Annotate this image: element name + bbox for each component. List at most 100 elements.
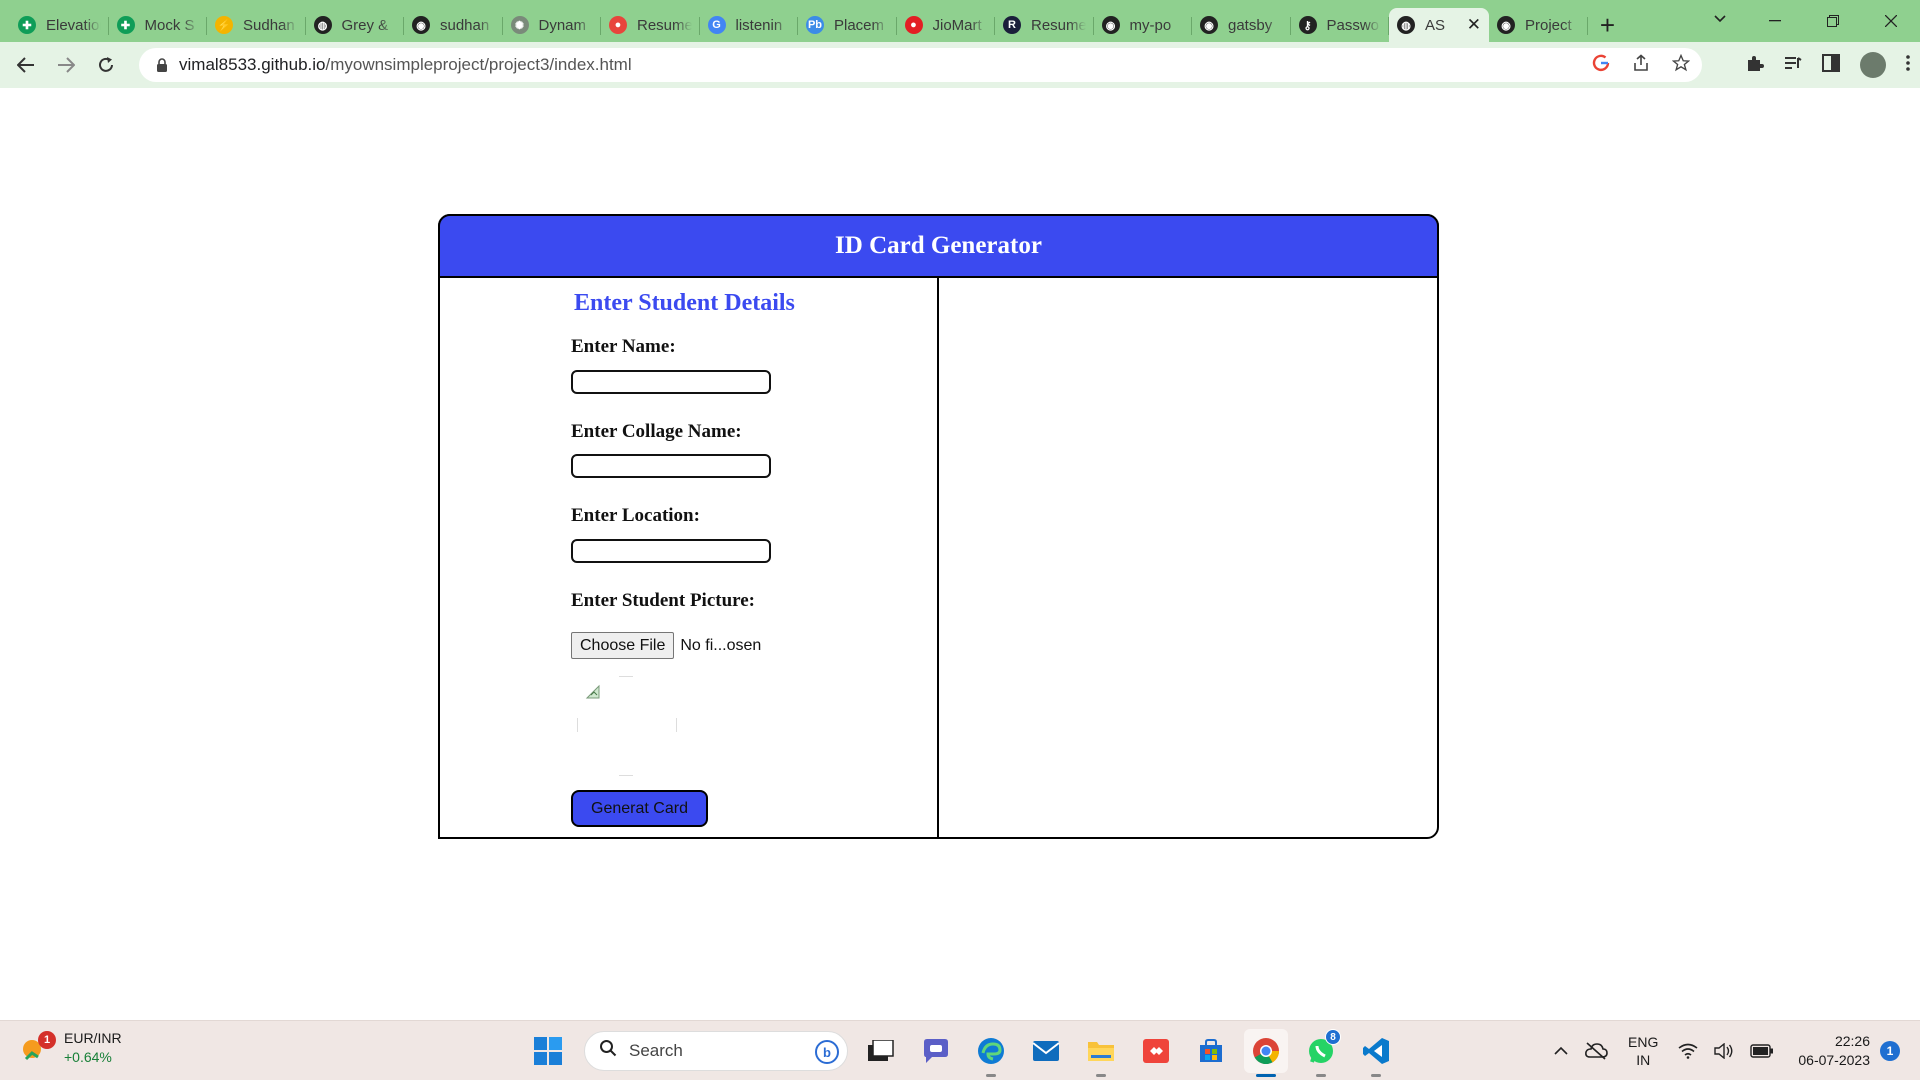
lock-icon[interactable] bbox=[147, 57, 177, 73]
address-bar[interactable]: vimal8533.github.io/myownsimpleproject/p… bbox=[139, 48, 1702, 82]
browser-tab[interactable]: Glistenin bbox=[700, 8, 799, 42]
browser-toolbar: vimal8533.github.io/myownsimpleproject/p… bbox=[0, 42, 1920, 88]
teams-chat-icon[interactable] bbox=[914, 1029, 958, 1073]
student-photo-preview bbox=[577, 676, 677, 776]
browser-tab[interactable]: ◍ Grey & bbox=[306, 8, 405, 42]
battery-icon[interactable] bbox=[1750, 1044, 1774, 1058]
toolbar-right-icons bbox=[1746, 42, 1910, 88]
choose-file-button[interactable]: Choose File bbox=[571, 632, 675, 659]
google-lens-icon[interactable] bbox=[1592, 54, 1610, 77]
browser-tab-title: listenin bbox=[735, 16, 783, 34]
edge-browser-icon[interactable] bbox=[969, 1029, 1013, 1077]
share-icon[interactable] bbox=[1632, 53, 1650, 77]
url-text[interactable]: vimal8533.github.io/myownsimpleproject/p… bbox=[179, 55, 632, 75]
key-icon: ⚷ bbox=[1298, 16, 1317, 34]
browser-tab[interactable]: R Resume bbox=[995, 8, 1094, 42]
browser-tab[interactable]: ✚ Mock S bbox=[109, 8, 208, 42]
github-icon: ◉ bbox=[412, 16, 430, 34]
browser-tab-title: Dynam bbox=[538, 16, 587, 34]
url-path: /myownsimpleproject/project3/index.html bbox=[325, 55, 632, 74]
browser-tab-title: JioMart bbox=[932, 16, 982, 34]
github-icon: ◉ bbox=[1101, 16, 1120, 34]
new-tab-icon[interactable]: + bbox=[1588, 8, 1628, 42]
browser-tab[interactable]: ● Resume bbox=[601, 8, 700, 42]
broken-image-icon bbox=[585, 684, 600, 699]
taskbar-search[interactable]: Search b bbox=[584, 1031, 848, 1071]
system-clock[interactable]: 22:26 06-07-2023 bbox=[1798, 1032, 1870, 1070]
location-input[interactable] bbox=[571, 539, 771, 563]
extensions-icon[interactable] bbox=[1746, 54, 1764, 77]
market-widget[interactable]: 1 EUR/INR +0.64% bbox=[20, 1029, 122, 1067]
profile-avatar[interactable] bbox=[1860, 52, 1886, 78]
globe-icon: ◍ bbox=[1397, 16, 1415, 34]
vscode-icon[interactable] bbox=[1354, 1029, 1398, 1077]
bing-icon[interactable]: b bbox=[815, 1040, 839, 1064]
browser-tab[interactable]: ◉ my-po bbox=[1094, 8, 1193, 42]
language-indicator[interactable]: ENG IN bbox=[1628, 1033, 1658, 1069]
windows-start-icon[interactable] bbox=[526, 1029, 570, 1073]
file-explorer-icon[interactable] bbox=[1079, 1029, 1123, 1077]
chrome-icon[interactable] bbox=[1244, 1029, 1288, 1077]
browser-tab-title: Resume bbox=[637, 16, 692, 34]
browser-tab[interactable]: Pb Placem bbox=[798, 8, 897, 42]
browser-tab-title: AS bbox=[1425, 16, 1446, 34]
back-icon[interactable] bbox=[6, 45, 46, 85]
web-page: ID Card Generator Enter Student Details … bbox=[0, 88, 1920, 1020]
whatsapp-icon[interactable]: 8 bbox=[1299, 1029, 1343, 1077]
forward-icon[interactable] bbox=[46, 45, 86, 85]
browser-tab[interactable]: ◉ Project bbox=[1489, 8, 1588, 42]
github-icon: ◉ bbox=[1497, 16, 1515, 34]
generate-card-button[interactable]: Generat Card bbox=[571, 790, 708, 827]
reload-icon[interactable] bbox=[86, 45, 126, 85]
file-input[interactable]: Choose File No fi...osen bbox=[571, 632, 761, 659]
chrome-menu-icon[interactable] bbox=[1906, 54, 1910, 76]
google-sheets-icon: ✚ bbox=[116, 16, 135, 34]
github-icon: ◉ bbox=[1200, 16, 1218, 34]
r-icon: R bbox=[1003, 16, 1021, 34]
onedrive-offline-icon[interactable] bbox=[1584, 1042, 1608, 1060]
url-host: vimal8533.github.io bbox=[179, 55, 326, 74]
collage-name-label: Enter Collage Name: bbox=[571, 421, 742, 442]
microsoft-store-icon[interactable] bbox=[1189, 1029, 1233, 1073]
location-label: Enter Location: bbox=[571, 505, 700, 526]
restore-icon[interactable] bbox=[1804, 0, 1862, 42]
browser-tab[interactable]: ● JioMart bbox=[897, 8, 996, 42]
browser-tab[interactable]: ✚ Elevation bbox=[10, 8, 109, 42]
browser-tab[interactable]: ◉ sudhan bbox=[404, 8, 503, 42]
task-view-icon[interactable] bbox=[859, 1029, 903, 1073]
file-status-text: No fi...osen bbox=[680, 636, 762, 654]
page-title: ID Card Generator bbox=[835, 232, 1042, 259]
anydesk-icon[interactable] bbox=[1134, 1029, 1178, 1073]
system-tray: ENG IN 22:26 06-07-2023 1 bbox=[1546, 1021, 1920, 1081]
browser-tab-title: gatsby bbox=[1228, 16, 1273, 34]
browser-tab-title: Project bbox=[1525, 16, 1572, 34]
tab-search-icon[interactable] bbox=[1705, 0, 1735, 38]
browser-tab[interactable]: ◍ AS ✕ bbox=[1389, 8, 1489, 42]
side-panel-icon[interactable] bbox=[1822, 53, 1840, 77]
name-input[interactable] bbox=[571, 370, 771, 394]
browser-tab-title: Grey & bbox=[341, 16, 389, 34]
mail-icon[interactable] bbox=[1024, 1029, 1068, 1073]
browser-tab[interactable]: ✺ Dynam bbox=[503, 8, 602, 42]
browser-tab[interactable]: ⚷ Passwo bbox=[1291, 8, 1390, 42]
window-controls bbox=[1746, 0, 1920, 42]
wifi-icon[interactable] bbox=[1678, 1043, 1698, 1059]
minimize-icon[interactable] bbox=[1746, 0, 1804, 42]
bolt-icon: ⚡ bbox=[215, 16, 233, 34]
browser-tab[interactable]: ◉ gatsby bbox=[1192, 8, 1291, 42]
show-hidden-icons-chevron-icon[interactable] bbox=[1554, 1046, 1568, 1056]
notification-badge[interactable]: 1 bbox=[1880, 1041, 1900, 1061]
google-icon: G bbox=[707, 16, 726, 34]
collage-name-input[interactable] bbox=[571, 454, 771, 478]
language-code: ENG bbox=[1628, 1034, 1659, 1050]
volume-icon[interactable] bbox=[1714, 1043, 1734, 1059]
close-window-icon[interactable] bbox=[1862, 0, 1920, 42]
globe-icon: ◍ bbox=[313, 16, 332, 34]
browser-tab-title: Sudhan bbox=[243, 16, 295, 34]
reading-list-icon[interactable] bbox=[1784, 55, 1802, 76]
browser-tab[interactable]: ⚡ Sudhan bbox=[207, 8, 306, 42]
close-tab-icon[interactable]: ✕ bbox=[1467, 15, 1481, 35]
browser-tab-title: sudhan bbox=[440, 16, 490, 34]
omnibox-actions bbox=[1592, 48, 1691, 82]
bookmark-star-icon[interactable] bbox=[1671, 53, 1691, 77]
